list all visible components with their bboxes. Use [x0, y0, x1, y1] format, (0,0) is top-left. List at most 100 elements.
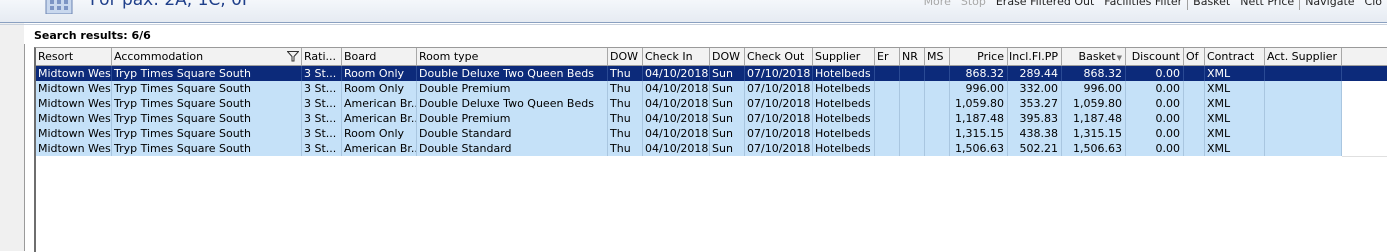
column-header-dow-in[interactable]: DOW [608, 48, 643, 65]
column-header-of[interactable]: Of [1184, 48, 1205, 65]
cell-accommodation: Tryp Times Square South [112, 81, 302, 96]
column-header-label: Basket [1078, 50, 1116, 63]
table-row[interactable]: Midtown West Tryp Times Square South 3 St.… [36, 141, 1342, 156]
cell-rating: 3 St... [302, 111, 342, 126]
column-header-er[interactable]: Er [875, 48, 900, 65]
column-header-accommodation[interactable]: Accommodation [112, 48, 302, 65]
column-header-rating[interactable]: Rati... [302, 48, 342, 65]
nett-price-button[interactable]: Nett Price [1235, 0, 1299, 10]
column-header-ms[interactable]: MS [925, 48, 950, 65]
column-header-nr[interactable]: NR [900, 48, 925, 65]
results-grid[interactable]: Resort Accommodation Rati... Board Room type… [34, 47, 1387, 252]
column-header-basket[interactable]: Basket▼ [1062, 48, 1126, 65]
column-header-contract[interactable]: Contract [1205, 48, 1265, 65]
cell-ms [925, 66, 950, 81]
cell-basket: 868.32 [1062, 66, 1126, 81]
column-header-check-out[interactable]: Check Out [745, 48, 813, 65]
column-header-supplier[interactable]: Supplier [813, 48, 875, 65]
cell-contract: XML [1205, 66, 1265, 81]
column-header-room-type[interactable]: Room type [417, 48, 608, 65]
basket-button[interactable]: Basket [1188, 0, 1235, 10]
column-header-check-in[interactable]: Check In [643, 48, 710, 65]
row-filler [1342, 111, 1387, 127]
cell-check-in: 04/10/2018 [645, 141, 710, 156]
cell-incl-fl-pp: 502.21 [1008, 141, 1062, 156]
cell-dow-out: Sun [710, 126, 745, 141]
hotel-building-icon [44, 0, 78, 15]
more-button[interactable]: More [919, 0, 956, 10]
column-header-board[interactable]: Board [342, 48, 417, 65]
cell-room-type: Double Premium [417, 111, 608, 126]
pax-title: For pax: 2A, 1C, 0I [90, 0, 247, 10]
cell-board: American Br... [344, 96, 417, 111]
table-row[interactable]: Midtown West Tryp Times Square South 3 St.… [36, 81, 1342, 96]
erase-filtered-out-button[interactable]: Erase Filtered Out [991, 0, 1099, 10]
cell-accommodation: Tryp Times Square South [112, 96, 302, 111]
column-header-label: Act. Supplier [1267, 50, 1338, 63]
cell-check-out: 07/10/2018 [745, 96, 813, 111]
cell-ms [925, 111, 950, 126]
cell-dow-out: Sun [710, 81, 745, 96]
cell-contract: XML [1205, 96, 1265, 111]
cell-contract: XML [1205, 141, 1265, 156]
cell-nr [900, 66, 925, 81]
cell-room-type: Double Standard [417, 126, 608, 141]
table-row[interactable]: Midtown West Tryp Times Square South 3 St.… [36, 126, 1342, 141]
column-header-label: Rati... [304, 50, 337, 63]
table-row[interactable]: Midtown West Tryp Times Square South 3 St.… [36, 111, 1342, 126]
cell-nr [900, 81, 925, 96]
cell-room-type: Double Premium [417, 81, 608, 96]
row-filler [1342, 96, 1387, 112]
cell-er [875, 141, 900, 156]
cell-ms [925, 141, 950, 156]
cell-of [1184, 66, 1205, 81]
cell-dow-in: Thu [608, 81, 643, 96]
cell-price: 1,187.48 [950, 111, 1008, 126]
cell-dow-in: Thu [608, 66, 643, 81]
cell-basket: 1,187.48 [1062, 111, 1126, 126]
column-header-label: DOW [712, 50, 741, 63]
column-header-price[interactable]: Price [950, 48, 1008, 65]
table-row-selected[interactable]: Midtown West Tryp Times Square South 3 St.… [36, 66, 1387, 81]
table-row[interactable]: Midtown West Tryp Times Square South 3 St.… [36, 96, 1342, 111]
cell-discount: 0.00 [1126, 141, 1184, 156]
row-filler [1342, 81, 1387, 97]
filter-icon[interactable] [287, 51, 299, 62]
cell-price: 1,506.63 [950, 141, 1008, 156]
column-header-resort[interactable]: Resort [36, 48, 112, 65]
column-header-dow-out[interactable]: DOW [710, 48, 745, 65]
cell-accommodation: Tryp Times Square South [112, 66, 302, 81]
cell-supplier: Hotelbeds [813, 66, 875, 81]
column-header-label: Of [1186, 50, 1199, 63]
cell-basket: 1,506.63 [1062, 141, 1126, 156]
facilities-filter-button[interactable]: Facilities Filter [1099, 0, 1187, 10]
navigate-button[interactable]: Navigate [1300, 0, 1359, 10]
column-header-act-supplier[interactable]: Act. Supplier [1265, 48, 1342, 65]
cell-dow-in: Thu [608, 111, 643, 126]
cell-act-supplier [1265, 111, 1342, 126]
cell-er [875, 111, 900, 126]
cell-supplier: Hotelbeds [813, 96, 875, 111]
column-header-incl-fl-pp[interactable]: Incl.Fl.PP [1008, 48, 1062, 65]
cell-price: 1,315.15 [950, 126, 1008, 141]
cell-nr [900, 126, 925, 141]
cell-discount: 0.00 [1126, 96, 1184, 111]
cell-check-in: 04/10/2018 [645, 111, 710, 126]
column-header-label: Check In [645, 50, 693, 63]
sort-descending-icon: ▼ [1116, 54, 1122, 62]
cell-resort: Midtown West [38, 81, 112, 96]
cell-act-supplier [1265, 66, 1342, 81]
cell-er [875, 66, 900, 81]
cell-act-supplier [1265, 81, 1342, 96]
cell-discount: 0.00 [1126, 66, 1184, 81]
banner-divider [0, 24, 1387, 25]
cell-of [1184, 96, 1205, 111]
cell-act-supplier [1265, 126, 1342, 141]
cell-room-type: Double Standard [417, 141, 608, 156]
stop-button[interactable]: Stop [956, 0, 991, 10]
cell-dow-out: Sun [710, 96, 745, 111]
close-button[interactable]: Clo [1360, 0, 1387, 10]
column-header-discount[interactable]: Discount [1126, 48, 1184, 65]
results-banner: For pax: 2A, 1C, 0I More Stop Erase Filt… [0, 0, 1387, 23]
cell-basket: 1,315.15 [1062, 126, 1126, 141]
